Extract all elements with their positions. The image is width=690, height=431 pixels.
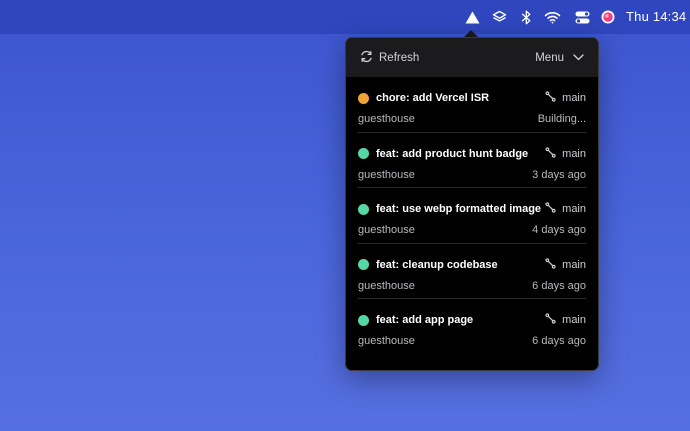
deployment-item[interactable]: feat: add app page main guesthouse 6 day… xyxy=(358,299,586,355)
branch-name: main xyxy=(562,314,586,326)
git-branch-icon xyxy=(545,91,556,105)
deployment-project: guesthouse xyxy=(358,279,415,292)
refresh-label: Refresh xyxy=(379,51,420,64)
wifi-icon[interactable] xyxy=(543,8,561,26)
deployment-time: 4 days ago xyxy=(532,224,586,236)
deployment-title: feat: add app page xyxy=(376,314,474,326)
deployment-title: chore: add Vercel ISR xyxy=(376,92,490,104)
deployment-project: guesthouse xyxy=(358,224,415,236)
deployment-branch: main xyxy=(545,313,586,327)
deployment-item[interactable]: feat: cleanup codebase main guesthouse 6… xyxy=(358,244,586,299)
deployments-popover: Refresh Menu chore: add Vercel ISR main … xyxy=(345,37,599,371)
deployment-title: feat: use webp formatted image xyxy=(376,203,542,215)
menu-bar: Thu 14:34 xyxy=(0,0,690,34)
deployment-branch: main xyxy=(545,146,586,161)
deployment-branch: main xyxy=(545,91,586,105)
git-branch-icon xyxy=(545,146,556,161)
deployment-time: Building... xyxy=(537,113,586,125)
deployment-item[interactable]: feat: add product hunt badge main guesth… xyxy=(358,133,586,188)
status-dot-ready xyxy=(358,148,369,159)
deployment-time: 6 days ago xyxy=(532,335,586,347)
chevron-down-icon xyxy=(573,52,584,64)
status-dot-ready xyxy=(358,203,369,215)
deployment-project: guesthouse xyxy=(358,113,415,125)
refresh-button[interactable]: Refresh xyxy=(360,50,419,66)
deployment-item[interactable]: chore: add Vercel ISR main guesthouse Bu… xyxy=(358,77,586,133)
siri-icon[interactable] xyxy=(599,8,617,26)
git-branch-icon xyxy=(545,313,556,327)
menu-bar-clock[interactable]: Thu 14:34 xyxy=(626,9,686,24)
deployment-item[interactable]: feat: use webp formatted image main gues… xyxy=(358,188,586,244)
status-dot-ready xyxy=(358,259,369,270)
deployment-title: feat: cleanup codebase xyxy=(376,258,498,271)
menu-button[interactable]: Menu xyxy=(535,52,584,64)
deployment-list: chore: add Vercel ISR main guesthouse Bu… xyxy=(346,77,598,355)
popover-arrow xyxy=(464,30,478,37)
menu-label: Menu xyxy=(535,51,564,64)
deployment-branch: main xyxy=(545,202,586,216)
control-center-icon[interactable] xyxy=(573,8,591,26)
deployment-project: guesthouse xyxy=(358,168,415,181)
branch-name: main xyxy=(562,147,586,160)
git-branch-icon xyxy=(545,202,556,216)
deployment-branch: main xyxy=(545,257,586,272)
deployment-time: 3 days ago xyxy=(532,168,586,181)
branch-name: main xyxy=(562,258,586,271)
status-dot-ready xyxy=(358,314,369,326)
deployment-time: 6 days ago xyxy=(532,279,586,292)
popover-header: Refresh Menu xyxy=(346,38,598,77)
refresh-icon xyxy=(360,50,373,66)
status-dot-building xyxy=(358,92,369,104)
vercel-triangle-icon[interactable] xyxy=(463,8,481,26)
deployment-project: guesthouse xyxy=(358,335,415,347)
deployment-title: feat: add product hunt badge xyxy=(376,147,529,160)
branch-name: main xyxy=(562,92,586,104)
git-branch-icon xyxy=(545,257,556,272)
layers-icon[interactable] xyxy=(490,8,508,26)
branch-name: main xyxy=(562,203,586,215)
bluetooth-icon[interactable] xyxy=(517,8,535,26)
